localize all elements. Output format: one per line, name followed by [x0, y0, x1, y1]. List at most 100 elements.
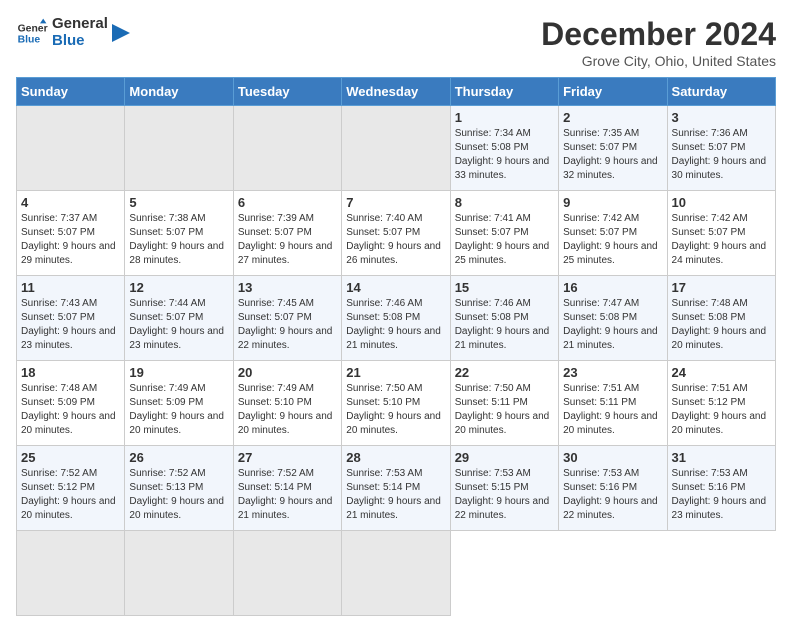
- weekday-header: Saturday: [667, 78, 775, 106]
- day-number: 9: [563, 195, 662, 210]
- daylight-label: Daylight: 9 hours and 20 minutes.: [129, 411, 224, 436]
- sunrise-label: Sunrise: 7:37 AM: [21, 213, 97, 224]
- calendar-day-cell: 14 Sunrise: 7:46 AM Sunset: 5:08 PM Dayl…: [342, 276, 450, 361]
- day-number: 18: [21, 365, 120, 380]
- logo: General Blue General Blue: [16, 16, 130, 49]
- sunrise-label: Sunrise: 7:42 AM: [563, 213, 639, 224]
- day-info: Sunrise: 7:40 AM Sunset: 5:07 PM Dayligh…: [346, 212, 445, 268]
- day-info: Sunrise: 7:47 AM Sunset: 5:08 PM Dayligh…: [563, 297, 662, 353]
- day-number: 1: [455, 110, 554, 125]
- calendar-day-cell: 9 Sunrise: 7:42 AM Sunset: 5:07 PM Dayli…: [559, 191, 667, 276]
- day-number: 31: [672, 450, 771, 465]
- calendar-day-cell: 15 Sunrise: 7:46 AM Sunset: 5:08 PM Dayl…: [450, 276, 558, 361]
- day-info: Sunrise: 7:43 AM Sunset: 5:07 PM Dayligh…: [21, 297, 120, 353]
- calendar-week-row: 1 Sunrise: 7:34 AM Sunset: 5:08 PM Dayli…: [17, 106, 776, 191]
- logo-arrow-icon: [112, 24, 130, 42]
- daylight-label: Daylight: 9 hours and 24 minutes.: [672, 241, 767, 266]
- day-info: Sunrise: 7:46 AM Sunset: 5:08 PM Dayligh…: [455, 297, 554, 353]
- day-info: Sunrise: 7:49 AM Sunset: 5:09 PM Dayligh…: [129, 382, 228, 438]
- sunset-label: Sunset: 5:16 PM: [563, 482, 637, 493]
- calendar-day-cell: [233, 106, 341, 191]
- day-number: 24: [672, 365, 771, 380]
- sunset-label: Sunset: 5:08 PM: [672, 312, 746, 323]
- day-number: 22: [455, 365, 554, 380]
- sunrise-label: Sunrise: 7:45 AM: [238, 298, 314, 309]
- sunrise-label: Sunrise: 7:52 AM: [238, 468, 314, 479]
- day-info: Sunrise: 7:52 AM Sunset: 5:12 PM Dayligh…: [21, 467, 120, 523]
- day-info: Sunrise: 7:52 AM Sunset: 5:14 PM Dayligh…: [238, 467, 337, 523]
- daylight-label: Daylight: 9 hours and 25 minutes.: [455, 241, 550, 266]
- sunrise-label: Sunrise: 7:49 AM: [238, 383, 314, 394]
- sunrise-label: Sunrise: 7:53 AM: [455, 468, 531, 479]
- calendar-day-cell: 25 Sunrise: 7:52 AM Sunset: 5:12 PM Dayl…: [17, 446, 125, 531]
- sunset-label: Sunset: 5:07 PM: [238, 227, 312, 238]
- day-info: Sunrise: 7:53 AM Sunset: 5:15 PM Dayligh…: [455, 467, 554, 523]
- calendar-day-cell: [125, 531, 233, 616]
- day-info: Sunrise: 7:34 AM Sunset: 5:08 PM Dayligh…: [455, 127, 554, 183]
- day-info: Sunrise: 7:53 AM Sunset: 5:14 PM Dayligh…: [346, 467, 445, 523]
- calendar-day-cell: 6 Sunrise: 7:39 AM Sunset: 5:07 PM Dayli…: [233, 191, 341, 276]
- calendar-day-cell: 26 Sunrise: 7:52 AM Sunset: 5:13 PM Dayl…: [125, 446, 233, 531]
- sunrise-label: Sunrise: 7:40 AM: [346, 213, 422, 224]
- calendar-week-row: 25 Sunrise: 7:52 AM Sunset: 5:12 PM Dayl…: [17, 446, 776, 531]
- calendar-day-cell: [17, 106, 125, 191]
- sunrise-label: Sunrise: 7:51 AM: [563, 383, 639, 394]
- daylight-label: Daylight: 9 hours and 20 minutes.: [21, 496, 116, 521]
- daylight-label: Daylight: 9 hours and 20 minutes.: [563, 411, 658, 436]
- sunrise-label: Sunrise: 7:38 AM: [129, 213, 205, 224]
- sunset-label: Sunset: 5:07 PM: [672, 142, 746, 153]
- calendar-day-cell: 31 Sunrise: 7:53 AM Sunset: 5:16 PM Dayl…: [667, 446, 775, 531]
- calendar-week-row: 18 Sunrise: 7:48 AM Sunset: 5:09 PM Dayl…: [17, 361, 776, 446]
- daylight-label: Daylight: 9 hours and 26 minutes.: [346, 241, 441, 266]
- day-number: 30: [563, 450, 662, 465]
- sunrise-label: Sunrise: 7:44 AM: [129, 298, 205, 309]
- daylight-label: Daylight: 9 hours and 21 minutes.: [563, 326, 658, 351]
- calendar-week-row: [17, 531, 776, 616]
- day-info: Sunrise: 7:36 AM Sunset: 5:07 PM Dayligh…: [672, 127, 771, 183]
- sunset-label: Sunset: 5:13 PM: [129, 482, 203, 493]
- day-number: 28: [346, 450, 445, 465]
- day-info: Sunrise: 7:48 AM Sunset: 5:08 PM Dayligh…: [672, 297, 771, 353]
- sunrise-label: Sunrise: 7:50 AM: [346, 383, 422, 394]
- sunrise-label: Sunrise: 7:49 AM: [129, 383, 205, 394]
- day-info: Sunrise: 7:44 AM Sunset: 5:07 PM Dayligh…: [129, 297, 228, 353]
- day-info: Sunrise: 7:53 AM Sunset: 5:16 PM Dayligh…: [672, 467, 771, 523]
- title-block: December 2024 Grove City, Ohio, United S…: [541, 16, 776, 69]
- sunrise-label: Sunrise: 7:51 AM: [672, 383, 748, 394]
- day-number: 20: [238, 365, 337, 380]
- sunset-label: Sunset: 5:07 PM: [21, 312, 95, 323]
- calendar-day-cell: 10 Sunrise: 7:42 AM Sunset: 5:07 PM Dayl…: [667, 191, 775, 276]
- weekday-header: Tuesday: [233, 78, 341, 106]
- sunrise-label: Sunrise: 7:39 AM: [238, 213, 314, 224]
- day-info: Sunrise: 7:53 AM Sunset: 5:16 PM Dayligh…: [563, 467, 662, 523]
- day-info: Sunrise: 7:46 AM Sunset: 5:08 PM Dayligh…: [346, 297, 445, 353]
- daylight-label: Daylight: 9 hours and 21 minutes.: [346, 496, 441, 521]
- location: Grove City, Ohio, United States: [541, 53, 776, 69]
- sunrise-label: Sunrise: 7:48 AM: [672, 298, 748, 309]
- calendar-day-cell: 7 Sunrise: 7:40 AM Sunset: 5:07 PM Dayli…: [342, 191, 450, 276]
- sunrise-label: Sunrise: 7:50 AM: [455, 383, 531, 394]
- day-info: Sunrise: 7:39 AM Sunset: 5:07 PM Dayligh…: [238, 212, 337, 268]
- day-number: 27: [238, 450, 337, 465]
- sunset-label: Sunset: 5:12 PM: [672, 397, 746, 408]
- sunset-label: Sunset: 5:09 PM: [129, 397, 203, 408]
- sunset-label: Sunset: 5:08 PM: [455, 142, 529, 153]
- calendar-day-cell: [342, 531, 450, 616]
- calendar-day-cell: 12 Sunrise: 7:44 AM Sunset: 5:07 PM Dayl…: [125, 276, 233, 361]
- daylight-label: Daylight: 9 hours and 30 minutes.: [672, 156, 767, 181]
- logo-icon: General Blue: [16, 17, 48, 49]
- daylight-label: Daylight: 9 hours and 32 minutes.: [563, 156, 658, 181]
- calendar-day-cell: 23 Sunrise: 7:51 AM Sunset: 5:11 PM Dayl…: [559, 361, 667, 446]
- weekday-header: Friday: [559, 78, 667, 106]
- calendar-day-cell: 20 Sunrise: 7:49 AM Sunset: 5:10 PM Dayl…: [233, 361, 341, 446]
- svg-text:General: General: [18, 23, 48, 34]
- weekday-header: Monday: [125, 78, 233, 106]
- day-info: Sunrise: 7:38 AM Sunset: 5:07 PM Dayligh…: [129, 212, 228, 268]
- day-info: Sunrise: 7:42 AM Sunset: 5:07 PM Dayligh…: [563, 212, 662, 268]
- sunset-label: Sunset: 5:07 PM: [129, 312, 203, 323]
- daylight-label: Daylight: 9 hours and 23 minutes.: [672, 496, 767, 521]
- calendar-day-cell: 22 Sunrise: 7:50 AM Sunset: 5:11 PM Dayl…: [450, 361, 558, 446]
- calendar-day-cell: 17 Sunrise: 7:48 AM Sunset: 5:08 PM Dayl…: [667, 276, 775, 361]
- sunset-label: Sunset: 5:14 PM: [346, 482, 420, 493]
- sunset-label: Sunset: 5:15 PM: [455, 482, 529, 493]
